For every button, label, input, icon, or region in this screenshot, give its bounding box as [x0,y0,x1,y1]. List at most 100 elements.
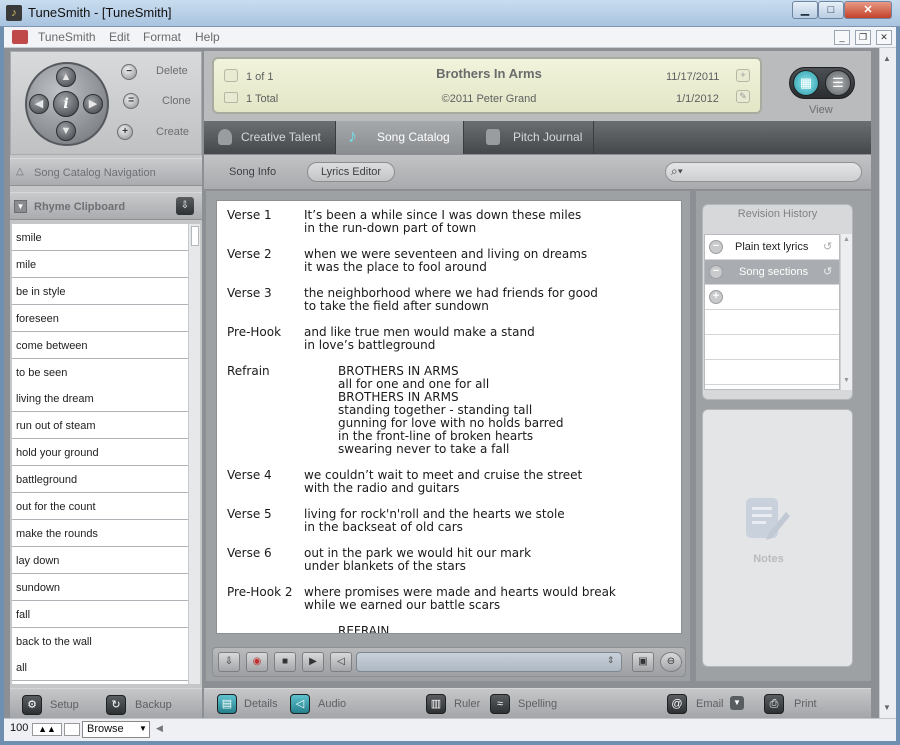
rhyme-item[interactable]: out for the count [12,493,188,520]
rhyme-item[interactable]: make the rounds [12,519,188,547]
scroll-left-icon[interactable]: ◀ [156,723,163,734]
grid-view-icon[interactable]: ▦ [793,70,819,96]
tab-creative-talent[interactable]: Creative Talent [204,121,336,154]
clone-icon[interactable]: = [123,93,139,109]
rhyme-item[interactable]: come between [12,331,188,359]
delete-icon[interactable]: − [121,64,137,80]
close-button[interactable]: ✕ [844,1,892,19]
setup-button[interactable]: Setup [50,699,79,711]
email-button[interactable]: Email [696,698,724,710]
tab-pitch-journal[interactable]: Pitch Journal [464,121,594,154]
info-button[interactable]: i [53,91,79,117]
rhyme-item[interactable]: fall [12,600,188,628]
mdi-close-button[interactable]: ✕ [876,30,892,45]
rhyme-scrollbar[interactable] [188,224,200,684]
audio-icon[interactable]: ◁ [290,694,310,714]
stop-button[interactable]: ■ [274,652,296,672]
print-icon[interactable]: ⎙ [764,694,784,714]
rhyme-item[interactable]: smile [12,224,188,251]
ruler-icon[interactable]: ▥ [426,694,446,714]
collapse-icon[interactable]: ▼ [14,200,27,213]
rhyme-item[interactable]: all [12,654,188,682]
menu-edit[interactable]: Edit [109,30,130,44]
mode-select[interactable]: Browse ▼ [82,721,150,738]
clone-button[interactable]: Clone [162,95,191,107]
rhyme-item[interactable]: lay down [12,546,188,574]
search-icon[interactable]: ⌕▾ [671,164,683,179]
cancel-audio-icon[interactable]: ⊖ [660,652,682,672]
mdi-restore-button[interactable]: ❐ [855,30,871,45]
minimize-button[interactable]: ▁ [792,1,818,19]
arrow-up-icon[interactable]: ▲ [56,67,76,87]
spelling-button[interactable]: Spelling [518,698,557,710]
email-dropdown-icon[interactable]: ▼ [730,696,744,710]
gear-icon[interactable]: ⚙ [22,695,42,715]
window-scrollbar[interactable]: ▲ ▼ [879,48,896,718]
backup-icon[interactable]: ↻ [106,695,126,715]
volume-icon[interactable]: ◁ [330,652,352,672]
rhyme-item[interactable]: living the dream [12,385,188,413]
song-catalog-navigation-header[interactable]: △ Song Catalog Navigation [10,158,202,186]
audio-button[interactable]: Audio [318,698,346,710]
print-button[interactable]: Print [794,698,817,710]
scroll-thumb[interactable] [191,226,199,246]
arrow-down-icon[interactable]: ▼ [56,121,76,141]
rhyme-clipboard-header[interactable]: ▼ Rhyme Clipboard ⇩ [10,192,202,220]
lyrics-editor[interactable]: Verse 1 It’s been a while since I was dow… [216,200,682,634]
zoom-level[interactable]: 100 [10,722,28,734]
rhyme-item[interactable]: back to the wall [12,627,188,655]
create-icon[interactable]: + [117,124,133,140]
rhyme-item[interactable]: be in style [12,277,188,305]
rhyme-item[interactable]: run out of steam [12,412,188,440]
edit-icon[interactable]: ✎ [736,90,750,103]
email-icon[interactable]: @ [667,694,687,714]
revision-item-song-sections[interactable]: − Song sections ↺ [705,260,839,285]
rhyme-item[interactable]: to be seen [12,358,188,386]
create-button[interactable]: Create [156,126,189,138]
menu-help[interactable]: Help [195,30,220,44]
menu-format[interactable]: Format [143,30,181,44]
mdi-minimize-button[interactable]: _ [834,30,850,45]
tab-song-catalog[interactable]: ♪ Song Catalog [336,121,464,154]
song-info-tab[interactable]: Song Info [229,166,276,178]
layout-icon[interactable] [64,723,80,736]
save-audio-icon[interactable]: ▣ [632,652,654,672]
revision-item-plain-text[interactable]: − Plain text lyrics ↺ [705,235,839,260]
maximize-button[interactable]: □ [818,1,844,19]
arrow-right-icon[interactable]: ▶ [83,94,103,114]
rhyme-item[interactable]: foreseen [12,304,188,332]
list-view-icon[interactable]: ☰ [825,70,851,96]
record-button[interactable]: ◉ [246,652,268,672]
arrow-left-icon[interactable]: ◀ [29,94,49,114]
revert-icon[interactable]: ↺ [823,240,832,253]
audio-track-select[interactable]: ⇕ [356,652,622,672]
section-label: Verse 4 [227,468,272,482]
download-audio-icon[interactable]: ⇩ [218,652,240,672]
search-input[interactable]: ⌕▾ [665,162,862,182]
revision-scrollbar[interactable]: ▲ ▼ [840,234,852,390]
lyrics-editor-tab[interactable]: Lyrics Editor [307,162,395,182]
remove-icon[interactable]: − [709,240,723,254]
ruler-button[interactable]: Ruler [454,698,480,710]
download-icon[interactable]: ⇩ [176,197,194,215]
details-icon[interactable]: ▤ [217,694,237,714]
revision-add-row[interactable]: + [705,285,839,310]
remove-icon[interactable]: − [709,265,723,279]
backup-button[interactable]: Backup [135,699,172,711]
revert-icon[interactable]: ↺ [823,265,832,278]
rhyme-item[interactable]: battleground [12,466,188,494]
details-button[interactable]: Details [244,698,278,710]
play-button[interactable]: ▶ [302,652,324,672]
add-icon[interactable]: + [709,290,723,304]
spelling-icon[interactable]: ≈ [490,694,510,714]
delete-button[interactable]: Delete [156,65,188,77]
rhyme-item[interactable]: sundown [12,573,188,601]
rhyme-item[interactable]: hold your ground [12,439,188,467]
lyric-line: in the run-down part of town [304,221,477,235]
lyric-line: in the backseat of old cars [304,520,463,534]
tab-label: Song Catalog [377,130,450,144]
rhyme-item[interactable]: mile [12,250,188,278]
menu-tunesmith[interactable]: TuneSmith [38,30,96,44]
add-date-icon[interactable]: + [736,69,750,82]
zoom-icon[interactable]: ▲▲ [32,723,62,736]
